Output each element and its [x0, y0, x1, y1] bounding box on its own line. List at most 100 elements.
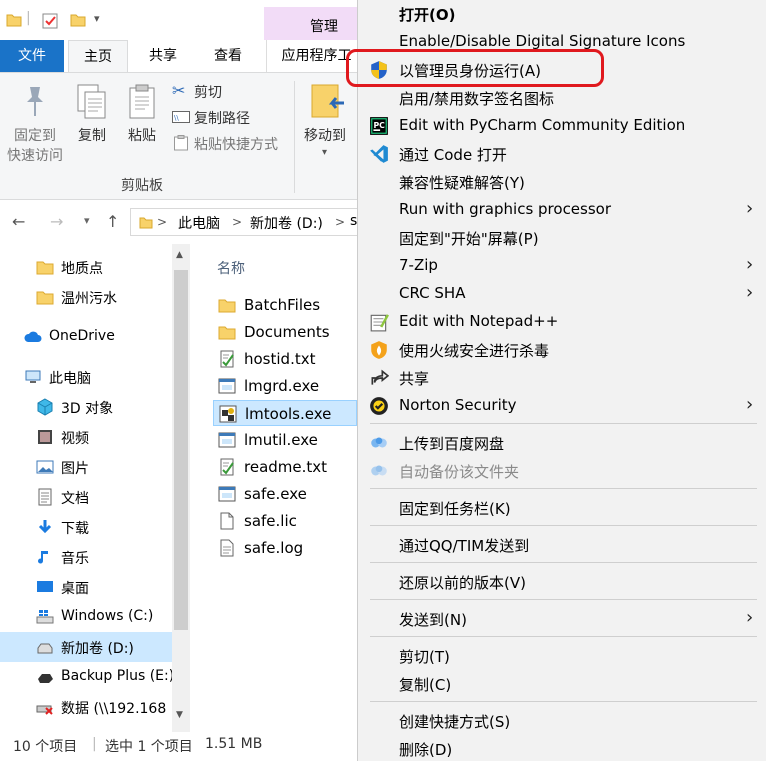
column-header-name[interactable]: 名称: [217, 258, 245, 278]
selection-size: 1.51 MB: [205, 736, 263, 752]
network-drive-icon: [36, 698, 54, 716]
nav-item-label: 下载: [61, 521, 89, 537]
tab-application-tools[interactable]: 应用程序工: [266, 40, 357, 73]
file-item[interactable]: lmgrd.exe: [213, 373, 357, 399]
breadcrumb-drive-d[interactable]: 新加卷 (D:): [250, 213, 323, 233]
menu-item-6[interactable]: 兼容性疑难解答(Y): [358, 168, 766, 196]
menu-item-22[interactable]: 复制(C): [358, 670, 766, 698]
nav-item[interactable]: 音乐: [0, 542, 172, 572]
menu-item-4[interactable]: PC Edit with PyCharm Community Edition: [358, 112, 766, 140]
menu-item-8[interactable]: 固定到"开始"屏幕(P): [358, 224, 766, 252]
nav-item[interactable]: 新加卷 (D:): [0, 632, 172, 662]
nav-item[interactable]: 视频: [0, 422, 172, 452]
file-item[interactable]: safe.lic: [213, 508, 357, 534]
nav-item[interactable]: 地质点: [0, 252, 172, 282]
move-to-icon: [311, 84, 344, 118]
download-icon: [36, 518, 54, 536]
breadcrumb-folder[interactable]: s: [350, 213, 357, 229]
file-name: lmtools.exe: [245, 405, 332, 423]
breadcrumb-this-pc[interactable]: 此电脑: [178, 213, 220, 233]
tab-view[interactable]: 查看: [198, 40, 258, 73]
file-item[interactable]: readme.txt: [213, 454, 357, 480]
menu-item-14[interactable]: Norton Security ›: [358, 392, 766, 420]
nav-item[interactable]: 桌面: [0, 572, 172, 602]
nav-item[interactable]: Windows (C:): [0, 602, 172, 632]
exe-icon: [218, 377, 236, 395]
menu-item-9[interactable]: 7-Zip ›: [358, 252, 766, 280]
chevron-right-icon: ›: [746, 198, 754, 219]
menu-item-3[interactable]: 启用/禁用数字签名图标: [358, 84, 766, 112]
tab-file[interactable]: 文件: [0, 40, 64, 73]
navigation-pane: 地质点 温州污水 OneDrive 此电脑 3D 对象 视频 图片文档下载音乐桌面 Windo…: [0, 244, 190, 732]
forward-icon[interactable]: →: [50, 212, 63, 231]
pin-to-quick-access-button[interactable]: 固定到 快速访问: [4, 81, 66, 165]
nav-item[interactable]: 数据 (\\192.168: [0, 692, 172, 722]
menu-item-0[interactable]: 打开(O): [358, 0, 766, 28]
nav-item[interactable]: 此电脑: [0, 362, 172, 392]
nav-item[interactable]: 下载: [0, 512, 172, 542]
file-item[interactable]: safe.exe: [213, 481, 357, 507]
menu-item-15[interactable]: 上传到百度网盘: [358, 429, 766, 457]
menu-item-10[interactable]: CRC SHA ›: [358, 280, 766, 308]
tab-home[interactable]: 主页: [68, 40, 128, 73]
context-tab-manage[interactable]: 管理: [264, 7, 357, 40]
nav-item-label: 文档: [61, 491, 89, 507]
nav-item[interactable]: 文档: [0, 482, 172, 512]
cloud-icon: [24, 328, 42, 346]
menu-item-label: 固定到任务栏(K): [399, 500, 511, 518]
menu-item-20[interactable]: 发送到(N) ›: [358, 605, 766, 633]
new-folder-icon[interactable]: [70, 12, 86, 28]
paste-shortcut-button[interactable]: 粘贴快捷方式: [172, 133, 292, 155]
file-item[interactable]: safe.log: [213, 535, 357, 561]
menu-item-18[interactable]: 通过QQ/TIM发送到: [358, 531, 766, 559]
menu-item-7[interactable]: Run with graphics processor ›: [358, 196, 766, 224]
file-item[interactable]: Documents: [213, 319, 357, 345]
file-item[interactable]: hostid.txt: [213, 346, 357, 372]
copy-path-button[interactable]: \\ 复制路径: [172, 107, 292, 129]
menu-item-label: 兼容性疑难解答(Y): [399, 174, 525, 192]
nav-item[interactable]: 图片: [0, 452, 172, 482]
menu-item-23[interactable]: 创建快捷方式(S): [358, 707, 766, 735]
scroll-up-icon[interactable]: ▲: [176, 250, 183, 260]
document-icon: [36, 488, 54, 506]
properties-icon[interactable]: [42, 12, 60, 30]
file-explorer-window: | ▾ 管理 文件 主页 共享 查看 应用程序工 固定到 快速访问 复制 粘贴 …: [0, 0, 357, 761]
nav-item[interactable]: 温州污水: [0, 282, 172, 312]
scroll-down-icon[interactable]: ▼: [176, 710, 183, 720]
file-item[interactable]: BatchFiles: [213, 292, 357, 318]
file-name: BatchFiles: [244, 296, 321, 314]
computer-icon: [24, 368, 42, 386]
nav-item[interactable]: OneDrive: [0, 322, 172, 352]
menu-item-13[interactable]: 共享: [358, 364, 766, 392]
address-bar[interactable]: > 此电脑 > 新加卷 (D:) > s: [130, 208, 357, 236]
scrollbar-thumb[interactable]: [174, 270, 188, 630]
qat-dropdown-icon[interactable]: ▾: [94, 12, 100, 25]
tab-share[interactable]: 共享: [132, 40, 194, 73]
drive-icon: [36, 638, 54, 656]
file-item[interactable]: lmutil.exe: [213, 427, 357, 453]
recent-locations-icon[interactable]: ▾: [84, 214, 90, 227]
baidu-netdisk-icon: [369, 433, 389, 453]
menu-separator: [370, 488, 757, 489]
menu-item-5[interactable]: 通过 Code 打开: [358, 140, 766, 168]
menu-item-17[interactable]: 固定到任务栏(K): [358, 494, 766, 522]
nav-item-label: 桌面: [61, 581, 89, 597]
move-to-button[interactable]: 移动到 ▾: [300, 81, 357, 165]
nav-item[interactable]: 3D 对象: [0, 392, 172, 422]
cut-button[interactable]: ✂ 剪切: [172, 81, 282, 103]
menu-item-label: 使用火绒安全进行杀毒: [399, 342, 550, 360]
nav-item[interactable]: Backup Plus (E:): [0, 662, 174, 692]
file-item[interactable]: lmtools.exe: [213, 400, 357, 426]
menu-item-11[interactable]: Edit with Notepad++: [358, 308, 766, 336]
menu-item-19[interactable]: 还原以前的版本(V): [358, 568, 766, 596]
status-bar: 10 个项目 | 选中 1 个项目 1.51 MB: [0, 732, 357, 761]
menu-item-16[interactable]: 自动备份该文件夹: [358, 457, 766, 485]
copy-button[interactable]: 复制: [72, 81, 112, 145]
menu-item-12[interactable]: 使用火绒安全进行杀毒: [358, 336, 766, 364]
paste-button[interactable]: 粘贴: [122, 81, 162, 145]
menu-item-21[interactable]: 剪切(T): [358, 642, 766, 670]
up-icon[interactable]: ↑: [106, 212, 119, 231]
menu-item-24[interactable]: 删除(D): [358, 735, 766, 763]
back-icon[interactable]: ←: [12, 212, 25, 231]
nav-scrollbar[interactable]: ▲ ▼: [172, 244, 190, 732]
